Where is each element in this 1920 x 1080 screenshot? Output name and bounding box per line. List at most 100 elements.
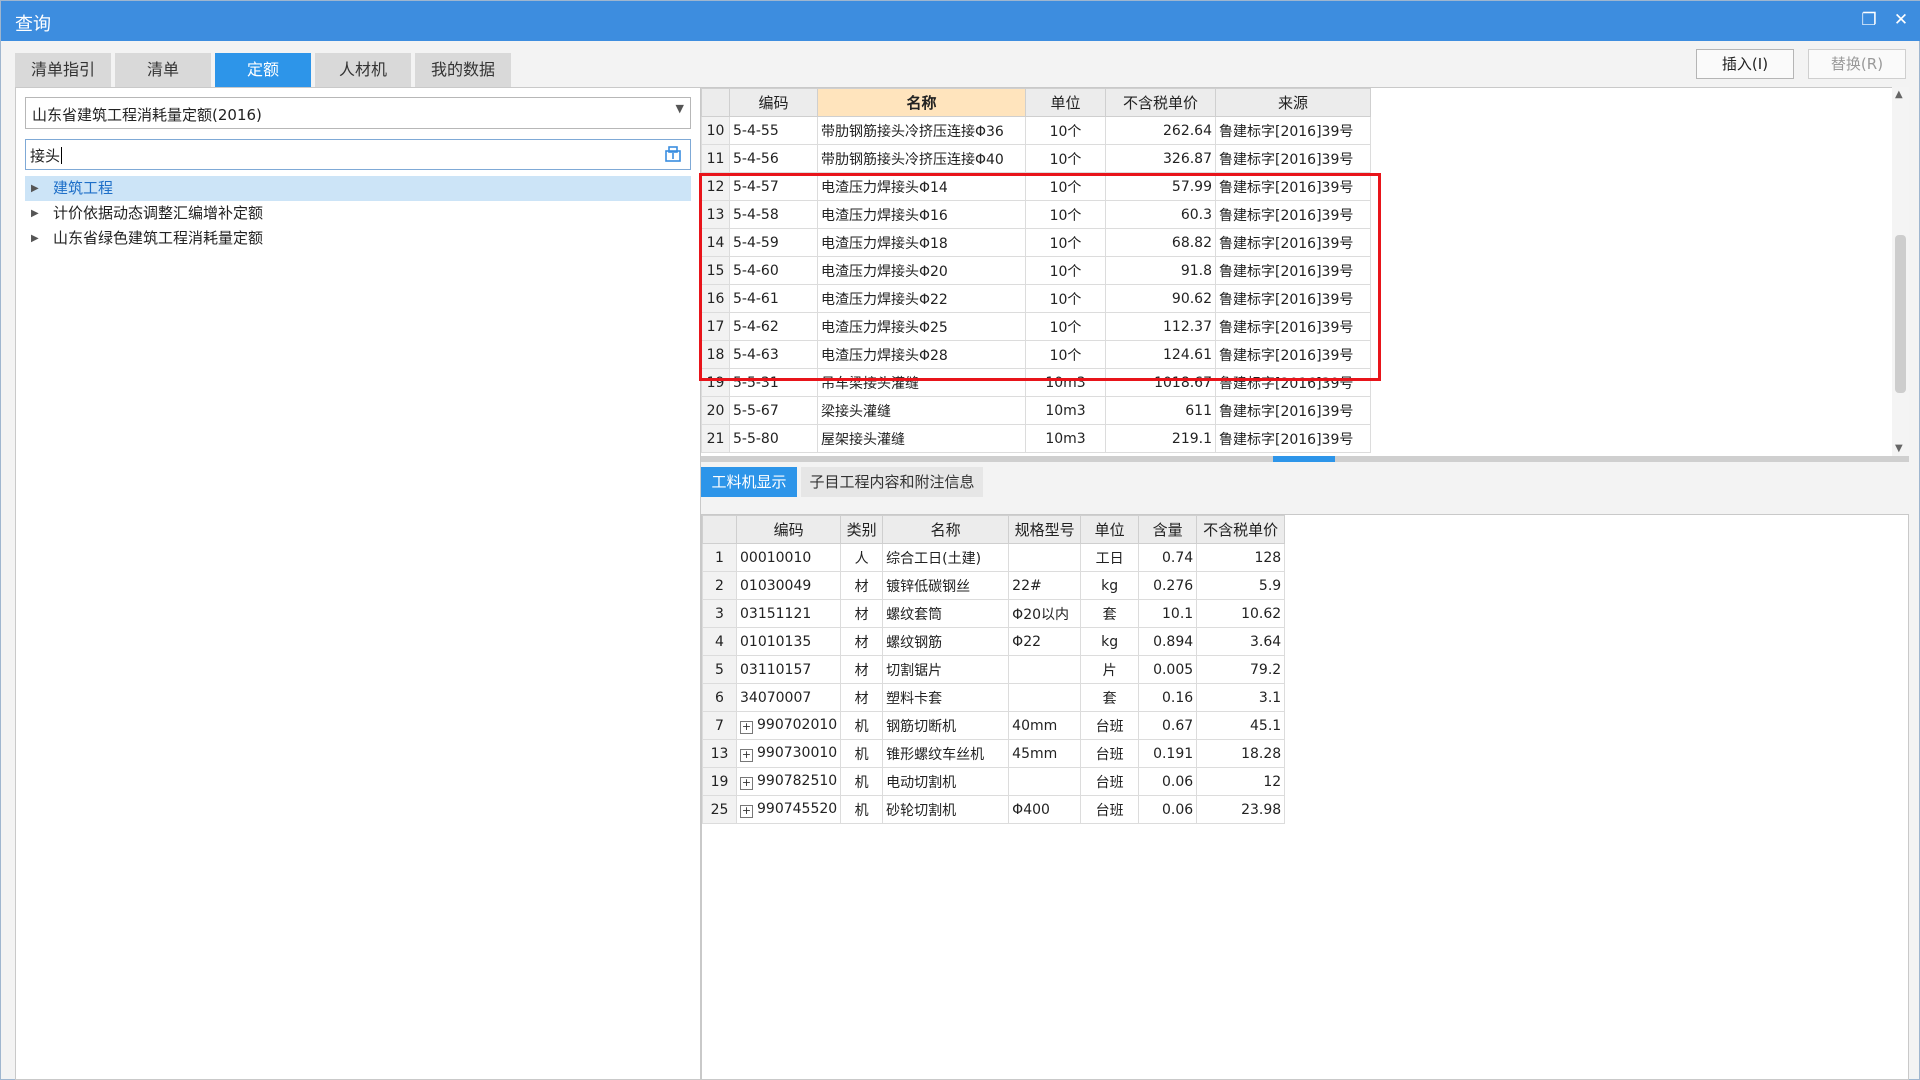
cell-name[interactable]: 电渣压力焊接头Φ22	[817, 284, 1026, 313]
cell-price[interactable]: 79.2	[1196, 655, 1286, 684]
cell-unit[interactable]: kg	[1080, 571, 1140, 600]
cell-source[interactable]: 鲁建标字[2016]39号	[1215, 284, 1371, 313]
cell-price[interactable]: 3.64	[1196, 627, 1286, 656]
cell-code[interactable]: 5-4-59	[729, 228, 818, 257]
column-header-code[interactable]: 编码	[729, 88, 818, 117]
cell-code[interactable]: 03110157	[735, 655, 842, 684]
cell-quantity[interactable]: 0.005	[1138, 655, 1198, 684]
cell-name[interactable]: 综合工日(土建)	[882, 543, 1010, 572]
cell-price[interactable]: 219.1	[1105, 424, 1216, 453]
table-row[interactable]: 10 5-4-55 带肋钢筋接头冷挤压连接Φ36 10个 262.64 鲁建标字[2016…	[701, 116, 1371, 145]
table-row[interactable]: 11 5-4-56 带肋钢筋接头冷挤压连接Φ40 10个 326.87 鲁建标字[2016…	[701, 144, 1371, 173]
cell-category[interactable]: 机	[840, 795, 884, 824]
cell-name[interactable]: 带肋钢筋接头冷挤压连接Φ40	[817, 144, 1026, 173]
table-row[interactable]: 5 03110157 材切割锯片 片 0.005 79.2	[702, 655, 1286, 684]
cell-name[interactable]: 电渣压力焊接头Φ28	[817, 340, 1026, 369]
expand-plus-icon[interactable]: +	[740, 777, 753, 790]
cell-unit[interactable]: 10个	[1025, 172, 1106, 201]
cell-price[interactable]: 112.37	[1105, 312, 1216, 341]
expand-arrow-icon[interactable]: ▶	[31, 201, 39, 226]
table-row[interactable]: 13 +990730010 机锥形螺纹车丝机 45mm 台班 0.191 18.28	[702, 739, 1286, 768]
cell-name[interactable]: 带肋钢筋接头冷挤压连接Φ36	[817, 116, 1026, 145]
cell-price[interactable]: 45.1	[1196, 711, 1286, 740]
table-row[interactable]: 15 5-4-60 电渣压力焊接头Φ20 10个 91.8 鲁建标字[2016]39号	[701, 256, 1371, 285]
column-header-name[interactable]: 名称	[817, 88, 1026, 117]
cell-price[interactable]: 10.62	[1196, 599, 1286, 628]
table-row[interactable]: 19 +990782510 机电动切割机 台班 0.06 12	[702, 767, 1286, 796]
cell-spec[interactable]	[1008, 683, 1082, 712]
expand-plus-icon[interactable]: +	[740, 749, 753, 762]
cell-unit[interactable]: kg	[1080, 627, 1140, 656]
cell-name[interactable]: 砂轮切割机	[882, 795, 1010, 824]
table-row[interactable]: 20 5-5-67 梁接头灌缝 10m3 611 鲁建标字[2016]39号	[701, 396, 1371, 425]
table-row[interactable]: 3 03151121 材螺纹套筒 Φ20以内套 10.1 10.62	[702, 599, 1286, 628]
tab-labor-material-machine[interactable]: 人材机	[315, 53, 411, 87]
cell-name[interactable]: 锥形螺纹车丝机	[882, 739, 1010, 768]
cell-source[interactable]: 鲁建标字[2016]39号	[1215, 200, 1371, 229]
tree-item-supplement-quota[interactable]: ▶ 计价依据动态调整汇编增补定额	[25, 201, 691, 226]
tab-item-content-notes[interactable]: 子目工程内容和附注信息	[801, 467, 983, 497]
cell-price[interactable]: 326.87	[1105, 144, 1216, 173]
cell-source[interactable]: 鲁建标字[2016]39号	[1215, 144, 1371, 173]
cell-spec[interactable]: Φ22	[1008, 627, 1082, 656]
cell-code[interactable]: 01030049	[735, 571, 842, 600]
cell-unit[interactable]: 套	[1080, 683, 1140, 712]
cell-price[interactable]: 18.28	[1196, 739, 1286, 768]
cell-unit[interactable]: 10m3	[1025, 424, 1106, 453]
table-row[interactable]: 18 5-4-63 电渣压力焊接头Φ28 10个 124.61 鲁建标字[2016]39号	[701, 340, 1371, 369]
library-select[interactable]: 山东省建筑工程消耗量定额(2016) ▼	[25, 97, 691, 129]
column-header-source[interactable]: 来源	[1215, 88, 1371, 117]
expand-plus-icon[interactable]: +	[740, 805, 753, 818]
column-header-spec[interactable]: 规格型号	[1008, 515, 1082, 544]
table-row[interactable]: 13 5-4-58 电渣压力焊接头Φ16 10个 60.3 鲁建标字[2016]39号	[701, 200, 1371, 229]
cell-code[interactable]: +990730010	[735, 739, 842, 768]
cell-spec[interactable]: 45mm	[1008, 739, 1082, 768]
scrollbar-thumb[interactable]	[1895, 235, 1906, 393]
cell-source[interactable]: 鲁建标字[2016]39号	[1215, 368, 1371, 397]
cell-category[interactable]: 机	[840, 767, 884, 796]
table-row[interactable]: 17 5-4-62 电渣压力焊接头Φ25 10个 112.37 鲁建标字[2016]39号	[701, 312, 1371, 341]
cell-category[interactable]: 机	[840, 711, 884, 740]
tree-item-building-works[interactable]: ▶ 建筑工程	[25, 176, 691, 201]
table-row[interactable]: 6 34070007 材塑料卡套 套 0.16 3.1	[702, 683, 1286, 712]
cell-price[interactable]: 23.98	[1196, 795, 1286, 824]
cell-unit[interactable]: 台班	[1080, 767, 1140, 796]
table-row[interactable]: 4 01010135 材螺纹钢筋 Φ22 kg 0.894 3.64	[702, 627, 1286, 656]
cell-quantity[interactable]: 0.894	[1138, 627, 1198, 656]
cell-code[interactable]: 00010010	[735, 543, 842, 572]
cell-name[interactable]: 螺纹套筒	[882, 599, 1010, 628]
cell-spec[interactable]: Φ20以内	[1008, 599, 1082, 628]
cell-category[interactable]: 人	[840, 543, 884, 572]
expand-plus-icon[interactable]: +	[740, 721, 753, 734]
cell-name[interactable]: 吊车梁接头灌缝	[817, 368, 1026, 397]
cell-unit[interactable]: 10个	[1025, 312, 1106, 341]
tab-resource-display[interactable]: 工料机显示	[701, 467, 797, 497]
cell-code[interactable]: 5-5-80	[729, 424, 818, 453]
cell-price[interactable]: 1018.67	[1105, 368, 1216, 397]
cell-unit[interactable]: 台班	[1080, 711, 1140, 740]
cell-code[interactable]: 5-5-31	[729, 368, 818, 397]
cell-price[interactable]: 60.3	[1105, 200, 1216, 229]
cell-price[interactable]: 5.9	[1196, 571, 1286, 600]
cell-quantity[interactable]: 0.06	[1138, 795, 1198, 824]
scroll-up-icon[interactable]: ▲	[1895, 89, 1903, 100]
cell-code[interactable]: 34070007	[735, 683, 842, 712]
cell-unit[interactable]: 台班	[1080, 739, 1140, 768]
column-header-unit[interactable]: 单位	[1025, 88, 1106, 117]
replace-button[interactable]: 替换(R)	[1808, 49, 1906, 79]
cell-source[interactable]: 鲁建标字[2016]39号	[1215, 256, 1371, 285]
cell-unit[interactable]: 片	[1080, 655, 1140, 684]
cell-source[interactable]: 鲁建标字[2016]39号	[1215, 228, 1371, 257]
splitter-grip[interactable]	[1273, 456, 1335, 462]
tab-bill[interactable]: 清单	[115, 53, 211, 87]
table-row[interactable]: 25 +990745520 机砂轮切割机 Φ400 台班 0.06 23.98	[702, 795, 1286, 824]
cell-unit[interactable]: 工日	[1080, 543, 1140, 572]
cell-price[interactable]: 91.8	[1105, 256, 1216, 285]
table-row[interactable]: 16 5-4-61 电渣压力焊接头Φ22 10个 90.62 鲁建标字[2016]39号	[701, 284, 1371, 313]
cell-unit[interactable]: 10个	[1025, 200, 1106, 229]
cell-spec[interactable]	[1008, 767, 1082, 796]
table-row[interactable]: 2 01030049 材镀锌低碳钢丝 22# kg 0.276 5.9	[702, 571, 1286, 600]
restore-icon[interactable]: ❐	[1859, 9, 1879, 31]
cell-quantity[interactable]: 0.67	[1138, 711, 1198, 740]
table-row[interactable]: 7 +990702010 机钢筋切断机 40mm 台班 0.67 45.1	[702, 711, 1286, 740]
